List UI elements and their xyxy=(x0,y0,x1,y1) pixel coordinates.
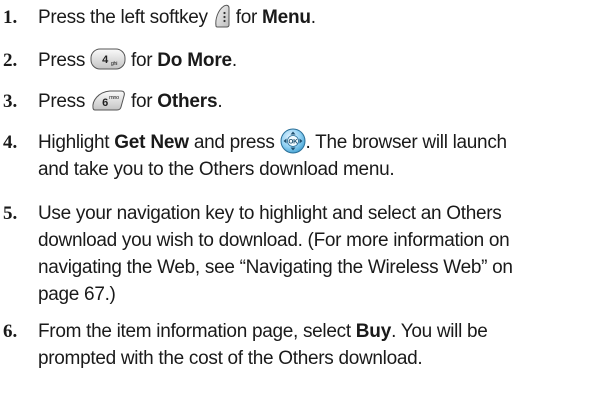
key-letters: mno xyxy=(109,95,119,101)
step-line: Highlight Get New and press OK . The bro… xyxy=(38,128,594,156)
step-text-segment: . The browser will launch xyxy=(305,132,508,153)
left-softkey-icon xyxy=(213,4,231,28)
step-text-segment: for xyxy=(126,50,158,71)
do-more-label: Do More xyxy=(157,50,232,71)
step-line: download you wish to download. (For more… xyxy=(38,230,510,251)
step-text-segment: for xyxy=(230,7,262,28)
step-line: Press 4 ghi for Do More. xyxy=(38,47,594,74)
step-text: From the item information page, select B… xyxy=(38,318,594,372)
step-line: page 67.) xyxy=(38,284,116,305)
step-line: prompted with the cost of the Others dow… xyxy=(38,348,423,369)
step-number: 5. xyxy=(3,203,18,224)
key-4-ghi-icon: 4 ghi xyxy=(90,47,126,71)
step-text-segment: From the item information page, select xyxy=(38,321,356,342)
step-line: navigating the Web, see “Navigating the … xyxy=(38,257,513,278)
step-text-segment: . xyxy=(217,91,223,112)
step-text-segment: for xyxy=(126,91,158,112)
step-line: Use your navigation key to highlight and… xyxy=(38,203,502,224)
step-text-segment: . xyxy=(310,7,316,28)
step-line: and take you to the Others download menu… xyxy=(38,159,395,180)
get-new-label: Get New xyxy=(114,132,189,153)
key-letters: ghi xyxy=(111,61,118,67)
step-text-segment: Highlight xyxy=(38,132,115,153)
step-text: Press the left softkey for Menu. xyxy=(38,4,594,31)
ok-key-icon: OK xyxy=(280,128,306,154)
buy-label: Buy xyxy=(355,321,392,342)
step-line: Press the left softkey for Menu. xyxy=(38,4,594,31)
step-number: 4. xyxy=(3,132,18,153)
key-number: 6 xyxy=(102,97,108,109)
step-text-segment: . xyxy=(231,50,237,71)
step-number: 6. xyxy=(3,321,18,342)
key-6-mno-icon: 6 mno xyxy=(90,88,126,112)
step-text-segment: Press xyxy=(38,50,91,71)
step-number: 1. xyxy=(3,7,18,28)
step-line: Press 6 mno for Others. xyxy=(38,88,594,115)
step-text: Highlight Get New and press OK . The bro… xyxy=(38,128,594,183)
others-label: Others xyxy=(157,91,218,112)
step-text-segment: Press xyxy=(38,91,91,112)
step-text-segment: and press xyxy=(188,132,280,153)
step-text-segment: . You will be xyxy=(391,321,488,342)
step-text: Press 6 mno for Others. xyxy=(38,88,594,115)
step-text: Use your navigation key to highlight and… xyxy=(38,200,594,308)
menu-label: Menu xyxy=(261,7,311,28)
step-text: Press 4 ghi for Do More. xyxy=(38,47,594,74)
step-text-segment: Press the left softkey xyxy=(38,7,213,28)
step-number: 3. xyxy=(3,91,18,112)
ok-key-label: OK xyxy=(288,138,298,145)
step-number: 2. xyxy=(3,50,18,71)
step-line: From the item information page, select B… xyxy=(38,318,594,345)
